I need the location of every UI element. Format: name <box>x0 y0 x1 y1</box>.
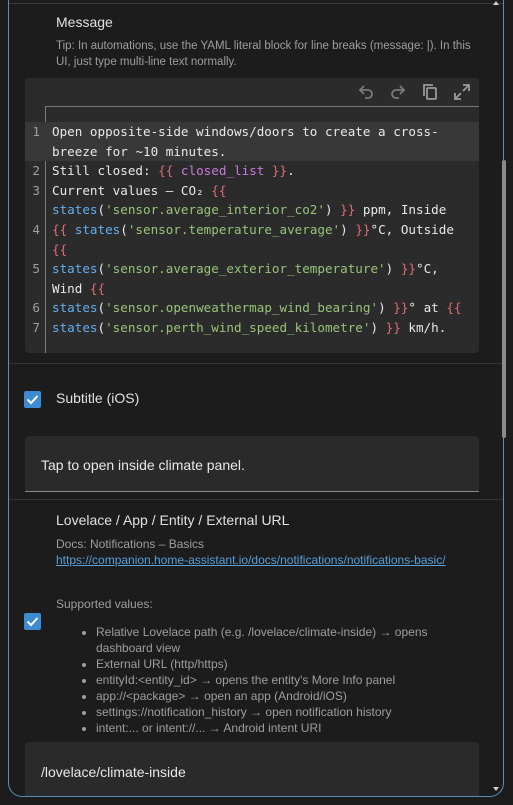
redo-icon[interactable] <box>388 82 408 102</box>
code-line[interactable]: 7 states('sensor.perth_wind_speed_kilomet… <box>25 318 479 338</box>
copy-icon[interactable] <box>420 82 440 102</box>
code-text: states('sensor.average_interior_co2') }}… <box>52 202 447 218</box>
line-number: 5 <box>32 261 40 277</box>
subtitle-checkbox[interactable] <box>24 391 41 408</box>
code-line[interactable]: breeze for ~10 minutes. <box>25 141 479 162</box>
url-checkbox[interactable] <box>24 613 41 630</box>
code-line[interactable]: states('sensor.average_interior_co2') }}… <box>25 200 479 220</box>
editor-toolbar <box>45 78 479 106</box>
checkmark-icon <box>26 395 39 405</box>
message-label: Message <box>56 14 113 30</box>
docs-title: Docs: Notifications – Basics <box>56 537 205 551</box>
message-code-editor[interactable]: 1 Open opposite-side windows/doors to cre… <box>25 78 479 353</box>
subtitle-value: Tap to open inside climate panel. <box>41 457 245 473</box>
divider <box>9 363 503 364</box>
url-label: Lovelace / App / Entity / External URL <box>56 512 290 528</box>
code-text: Wind {{ <box>52 280 106 296</box>
fullscreen-icon[interactable] <box>452 82 472 102</box>
code-text: states('sensor.openweathermap_wind_beari… <box>52 300 462 316</box>
code-line[interactable]: 5 states('sensor.average_exterior_tempera… <box>25 259 479 279</box>
line-number: 4 <box>32 221 40 237</box>
line-number: 7 <box>32 319 40 335</box>
supported-value-item: Relative Lovelace path (e.g. /lovelace/c… <box>96 624 476 656</box>
scrollbar-thumb[interactable] <box>502 160 506 438</box>
supported-value-item: External URL (http/https) <box>96 656 476 672</box>
code-line[interactable]: 6 states('sensor.openweathermap_wind_bear… <box>25 298 479 318</box>
code-line[interactable]: 1 Open opposite-side windows/doors to cre… <box>25 122 479 142</box>
message-tip: Tip: In automations, use the YAML litera… <box>56 40 471 68</box>
line-number: 3 <box>32 182 40 198</box>
undo-icon[interactable] <box>356 82 376 102</box>
code-line[interactable]: 2 Still closed: {{ closed_list }}. <box>25 161 479 181</box>
docs-link[interactable]: https://companion.home-assistant.io/docs… <box>56 553 446 567</box>
code-text: {{ <box>52 241 68 257</box>
line-number: 1 <box>32 124 40 139</box>
code-text: Current values — CO₂ {{ <box>52 182 227 198</box>
checkmark-icon <box>26 617 39 627</box>
supported-value-item: intent:... or intent://... → Android int… <box>96 720 476 736</box>
code-text: states('sensor.average_exterior_temperat… <box>52 261 439 277</box>
code-text: {{ states('sensor.temperature_average') … <box>52 221 454 237</box>
line-number: 2 <box>32 163 40 179</box>
docs-text: Docs: Notifications – Basics https://com… <box>56 536 466 568</box>
divider <box>9 3 503 4</box>
subtitle-input[interactable]: Tap to open inside climate panel. <box>25 436 479 492</box>
code-text: Open opposite-side windows/doors to crea… <box>52 124 439 139</box>
code-line[interactable]: Wind {{ <box>25 279 479 299</box>
supported-values-list: Relative Lovelace path (e.g. /lovelace/c… <box>79 624 476 736</box>
scroll-up-arrow-icon[interactable] <box>493 1 499 5</box>
url-input[interactable]: /lovelace/climate-inside <box>25 742 479 796</box>
supported-values-label: Supported values: <box>56 597 153 611</box>
code-text: breeze for ~10 minutes. <box>52 143 227 159</box>
subtitle-label: Subtitle (iOS) <box>56 390 140 406</box>
code-content[interactable]: 1 Open opposite-side windows/doors to cre… <box>25 122 479 338</box>
divider <box>9 499 503 500</box>
code-line[interactable]: 4 {{ states('sensor.temperature_average')… <box>25 220 479 240</box>
supported-value-item: entityId:<entity_id> → opens the entity'… <box>96 672 476 688</box>
code-line[interactable]: 3 Current values — CO₂ {{ <box>25 181 479 201</box>
scroll-down-arrow-icon[interactable] <box>493 787 499 791</box>
supported-value-item: settings://notification_history → open n… <box>96 704 476 720</box>
line-number: 6 <box>32 300 40 316</box>
code-line[interactable]: {{ <box>25 240 479 260</box>
url-value: /lovelace/climate-inside <box>41 764 186 780</box>
notification-form-panel: Message Tip: In automations, use the YAM… <box>8 0 504 797</box>
code-text: Still closed: {{ closed_list }}. <box>52 163 295 179</box>
toolbar-divider <box>45 106 479 107</box>
supported-value-item: app://<package> → open an app (Android/i… <box>96 688 476 704</box>
code-text: states('sensor.perth_wind_speed_kilometr… <box>52 319 447 335</box>
